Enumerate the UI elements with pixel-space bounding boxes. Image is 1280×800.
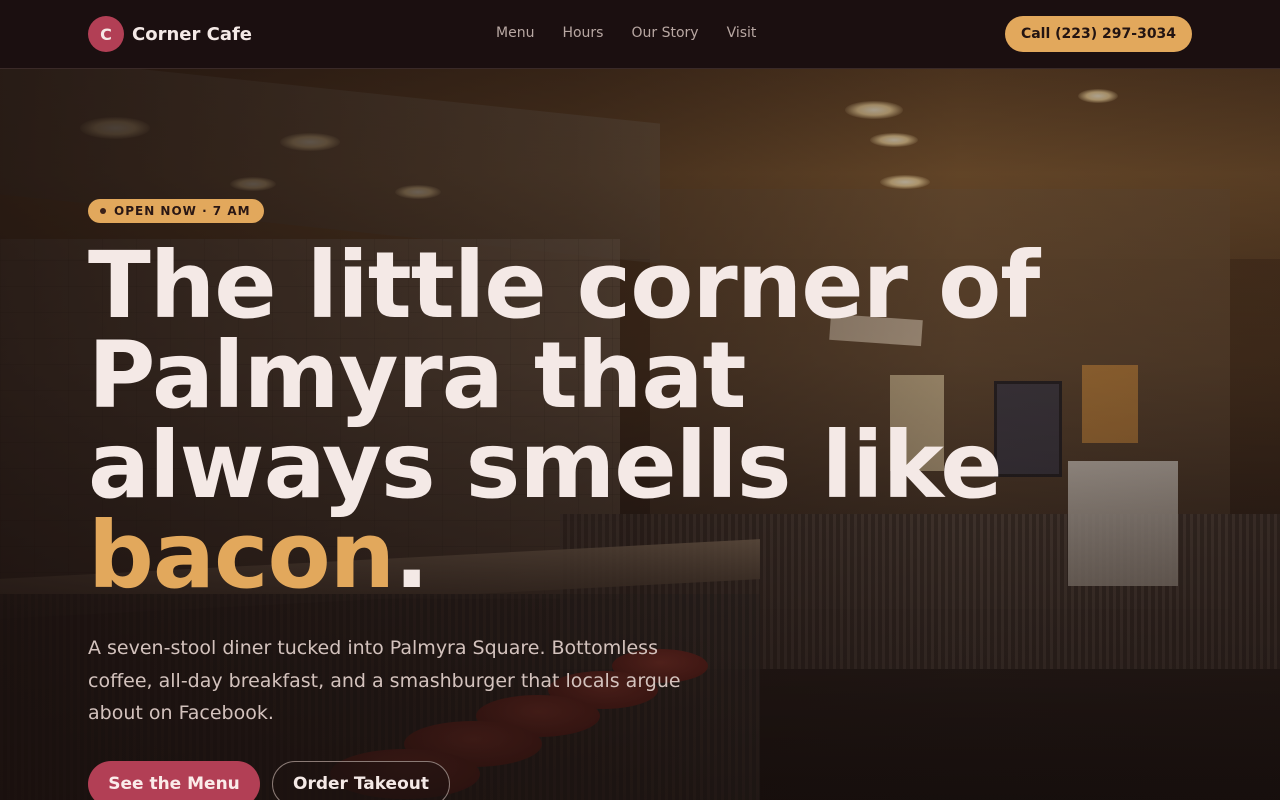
call-button[interactable]: Call (223) 297-3034 <box>1005 16 1192 52</box>
open-status-badge: OPEN NOW · 7 AM <box>88 199 264 223</box>
order-takeout-button[interactable]: Order Takeout <box>272 761 450 800</box>
see-menu-button[interactable]: See the Menu <box>88 761 260 800</box>
nav-link-visit[interactable]: Visit <box>727 24 757 42</box>
brand-logo: C <box>88 16 124 52</box>
headline-main: The little corner of Palmyra that always… <box>88 232 1040 519</box>
brand-name: Corner Cafe <box>132 23 253 45</box>
status-dot-icon <box>100 208 106 214</box>
hero-subcopy: A seven-stool diner tucked into Palmyra … <box>88 637 681 724</box>
site-header: C Corner Cafe Menu Hours Our Story Visit… <box>0 0 1280 69</box>
nav-link-our-story[interactable]: Our Story <box>631 24 698 42</box>
headline-accent-word: bacon <box>88 502 395 609</box>
headline-period: . <box>394 502 429 609</box>
open-status-text: OPEN NOW · 7 AM <box>114 204 251 218</box>
hero-headline: The little corner of Palmyra that always… <box>88 240 1088 602</box>
brand[interactable]: C Corner Cafe <box>88 16 252 52</box>
nav-link-menu[interactable]: Menu <box>496 24 534 42</box>
nav-link-hours[interactable]: Hours <box>562 24 603 42</box>
main-nav: Menu Hours Our Story Visit <box>496 24 784 42</box>
